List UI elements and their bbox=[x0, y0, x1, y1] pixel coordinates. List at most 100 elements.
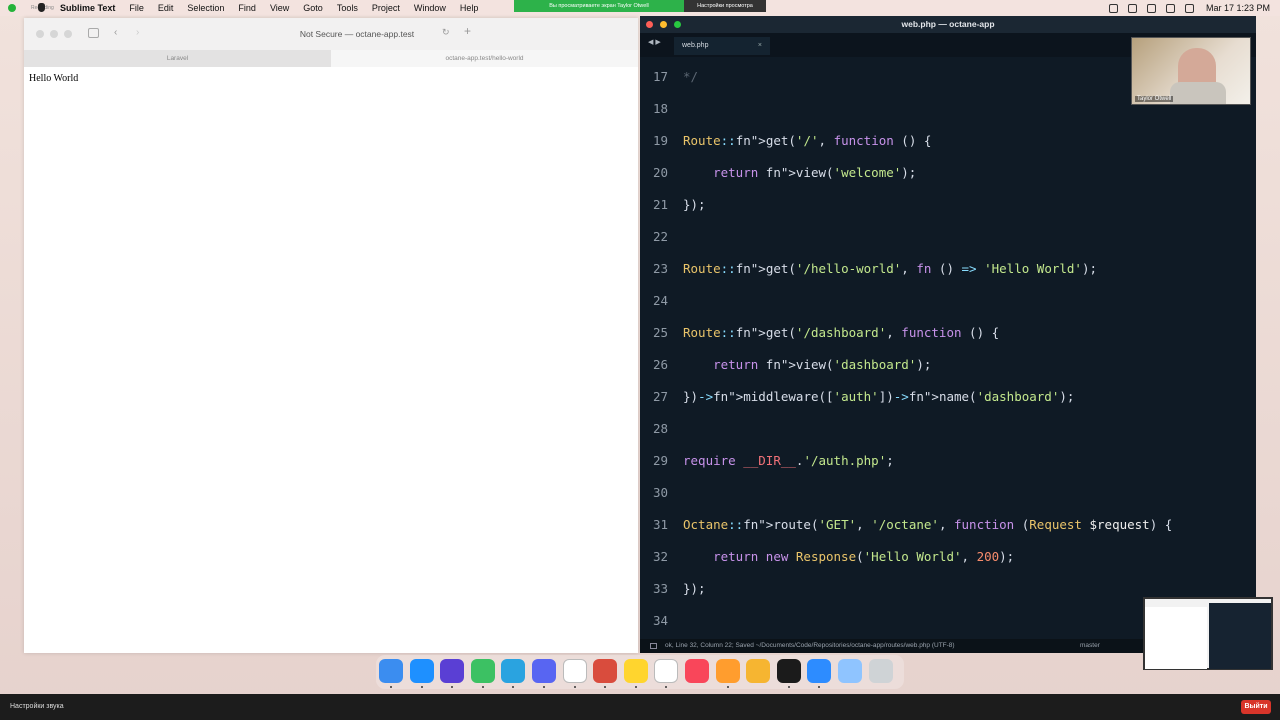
trash-icon[interactable] bbox=[868, 659, 893, 683]
code-line[interactable]: 29 require __DIR__.'/auth.php'; bbox=[640, 445, 1256, 477]
code-line[interactable]: 23 Route::fn">get('/hello-world', fn () =… bbox=[640, 253, 1256, 285]
sublime-icon[interactable] bbox=[715, 659, 740, 683]
back-icon[interactable]: ‹ bbox=[114, 27, 117, 38]
running-indicator bbox=[634, 686, 637, 688]
new-tab-icon[interactable]: + bbox=[464, 24, 471, 38]
line-number: 23 bbox=[652, 261, 668, 276]
terminal-icon[interactable] bbox=[776, 659, 801, 683]
code-line[interactable]: 24 bbox=[640, 285, 1256, 317]
code-line[interactable]: 20 return fn">view('welcome'); bbox=[640, 157, 1256, 189]
music-icon[interactable] bbox=[685, 659, 709, 683]
code-text: require __DIR__.'/auth.php'; bbox=[683, 453, 894, 468]
line-number: 20 bbox=[652, 165, 668, 180]
menu-goto[interactable]: Goto bbox=[303, 3, 323, 13]
running-indicator bbox=[390, 686, 392, 688]
line-number: 28 bbox=[652, 421, 668, 436]
code-text: Route::fn">get('/dashboard', function ()… bbox=[683, 325, 1000, 340]
wifi-icon[interactable] bbox=[1127, 3, 1137, 13]
menu-window[interactable]: Window bbox=[414, 3, 446, 13]
reload-icon[interactable]: ↻ bbox=[442, 27, 450, 38]
preview-right-pane bbox=[1209, 603, 1271, 669]
menu-edit[interactable]: Edit bbox=[158, 3, 174, 13]
forward-icon[interactable]: › bbox=[136, 27, 139, 38]
zoom-window-icon[interactable] bbox=[674, 21, 681, 28]
slack-icon[interactable] bbox=[654, 659, 679, 683]
status-panel-icon[interactable] bbox=[650, 643, 657, 649]
tab-nav-arrows-icon[interactable]: ◀ ▶ bbox=[648, 38, 661, 46]
notion-icon[interactable] bbox=[562, 659, 587, 683]
code-text: Octane::fn">route('GET', '/octane', func… bbox=[683, 517, 1173, 532]
line-number: 18 bbox=[652, 101, 668, 116]
zoom-window-icon[interactable] bbox=[64, 30, 72, 38]
tab-hello-world[interactable]: octane-app.test/hello-world bbox=[331, 50, 638, 67]
code-line[interactable]: 21}); bbox=[640, 189, 1256, 221]
code-line[interactable]: 22 bbox=[640, 221, 1256, 253]
preview-left-pane bbox=[1145, 607, 1207, 669]
apple-icon[interactable] bbox=[38, 3, 45, 12]
control-center-icon[interactable] bbox=[1165, 3, 1175, 13]
code-text: })->fn">middleware(['auth'])->fn">name('… bbox=[683, 389, 1075, 404]
menu-selection[interactable]: Selection bbox=[187, 3, 224, 13]
tab-web-php[interactable]: web.php × bbox=[674, 37, 770, 55]
menu-file[interactable]: File bbox=[129, 3, 144, 13]
code-text: return new Response('Hello World', 200); bbox=[713, 549, 1015, 564]
line-number: 33 bbox=[652, 581, 668, 596]
line-number: 21 bbox=[652, 197, 668, 212]
close-window-icon[interactable] bbox=[646, 21, 653, 28]
siri-icon[interactable] bbox=[1184, 3, 1194, 13]
minimize-window-icon[interactable] bbox=[50, 30, 58, 38]
sidebar-icon[interactable] bbox=[88, 28, 99, 38]
menu-tools[interactable]: Tools bbox=[337, 3, 358, 13]
code-line[interactable]: 32 return new Response('Hello World', 20… bbox=[640, 541, 1256, 573]
sound-settings-button[interactable]: Настройки звука bbox=[10, 703, 64, 710]
share-settings-button[interactable]: Настройки просмотра bbox=[684, 0, 766, 12]
todoist-icon[interactable] bbox=[593, 659, 618, 683]
sketch-icon[interactable] bbox=[746, 659, 771, 683]
safari-icon[interactable] bbox=[409, 659, 434, 683]
code-line[interactable]: 19 Route::fn">get('/', function () { bbox=[640, 125, 1256, 157]
menubar-clock[interactable]: Mar 17 1:23 PM bbox=[1206, 3, 1270, 13]
code-line[interactable]: 28 bbox=[640, 413, 1256, 445]
hand-icon[interactable] bbox=[440, 659, 465, 683]
minimize-window-icon[interactable] bbox=[660, 21, 667, 28]
line-number: 17 bbox=[652, 69, 668, 84]
code-line[interactable]: 31 Octane::fn">route('GET', '/octane', fu… bbox=[640, 509, 1256, 541]
share-control-bar: Настройки звука Выйти bbox=[0, 694, 1280, 720]
running-indicator bbox=[818, 686, 821, 688]
finder-icon[interactable] bbox=[379, 659, 403, 683]
code-line[interactable]: 26 return fn">view('dashboard'); bbox=[640, 349, 1256, 381]
code-line[interactable]: 30 bbox=[640, 477, 1256, 509]
search-icon[interactable] bbox=[1146, 3, 1156, 13]
telegram-icon[interactable] bbox=[501, 659, 526, 683]
status-area: Mar 17 1:23 PM bbox=[1099, 0, 1270, 16]
line-number: 22 bbox=[652, 229, 668, 244]
code-text: Route::fn">get('/hello-world', fn () => … bbox=[683, 261, 1098, 276]
line-number: 29 bbox=[652, 453, 668, 468]
messages-icon[interactable] bbox=[470, 659, 495, 683]
running-indicator bbox=[481, 686, 484, 688]
exit-button[interactable]: Выйти bbox=[1241, 700, 1271, 714]
close-window-icon[interactable] bbox=[36, 30, 44, 38]
recording-indicator-icon bbox=[8, 4, 16, 12]
code-line[interactable]: 25 Route::fn">get('/dashboard', function … bbox=[640, 317, 1256, 349]
discord-icon[interactable] bbox=[532, 659, 556, 683]
git-branch[interactable]: master bbox=[1080, 639, 1100, 653]
line-number: 19 bbox=[652, 133, 668, 148]
mango-icon[interactable] bbox=[623, 659, 648, 683]
menu-project[interactable]: Project bbox=[372, 3, 400, 13]
editor-title-bar: web.php — octane-app bbox=[640, 16, 1256, 33]
menu-help[interactable]: Help bbox=[460, 3, 479, 13]
menu-app-name[interactable]: Sublime Text bbox=[60, 3, 115, 13]
code-line[interactable]: 27})->fn">middleware(['auth'])->fn">name… bbox=[640, 381, 1256, 413]
menu-view[interactable]: View bbox=[270, 3, 289, 13]
close-tab-icon[interactable]: × bbox=[758, 37, 762, 55]
browser-window: ‹ › Not Secure — octane-app.test ↻ + Lar… bbox=[24, 18, 638, 653]
line-number: 34 bbox=[652, 613, 668, 628]
code-text: */ bbox=[683, 69, 699, 84]
screen-share-preview[interactable] bbox=[1143, 597, 1273, 670]
zoom-icon[interactable] bbox=[807, 659, 832, 683]
location-icon[interactable] bbox=[1108, 3, 1118, 13]
menu-find[interactable]: Find bbox=[238, 3, 256, 13]
tab-laravel[interactable]: Laravel bbox=[24, 50, 331, 67]
folder-icon[interactable] bbox=[838, 659, 862, 683]
